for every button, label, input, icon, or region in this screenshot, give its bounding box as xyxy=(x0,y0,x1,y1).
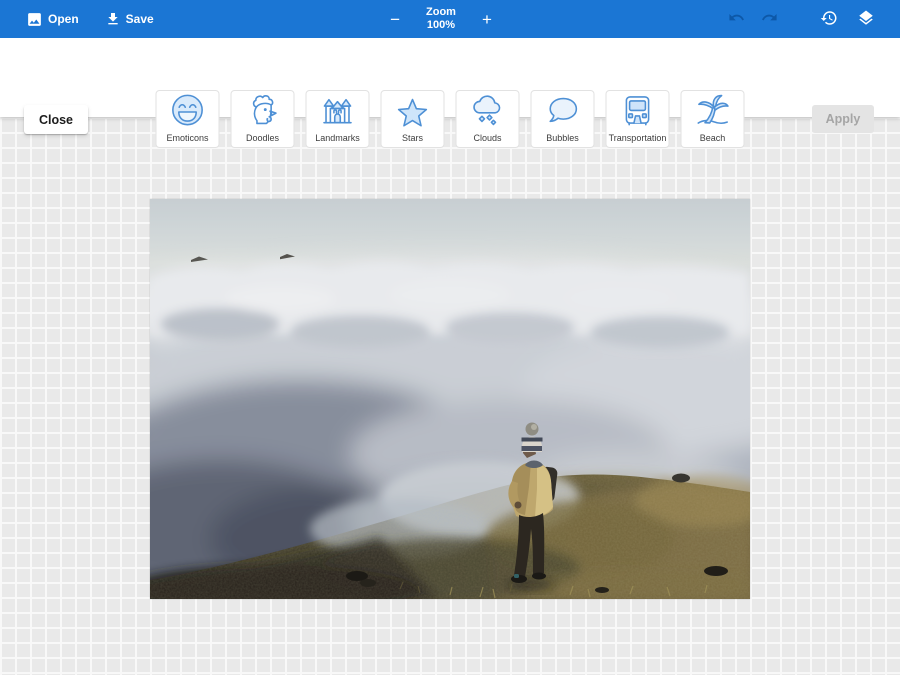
category-label: Emoticons xyxy=(166,133,208,143)
zoom-in-button[interactable]: + xyxy=(478,9,496,30)
category-label: Landmarks xyxy=(315,133,360,143)
undo-icon xyxy=(728,9,745,29)
editor-canvas[interactable] xyxy=(0,117,900,675)
doodles-icon xyxy=(244,91,282,133)
top-toolbar: Open Save − Zoom 100% + xyxy=(0,0,900,38)
category-label: Bubbles xyxy=(546,133,579,143)
zoom-value: 100% xyxy=(426,19,456,32)
category-beach-button[interactable]: Beach xyxy=(681,90,745,148)
open-button-label: Open xyxy=(48,12,79,26)
category-stars-button[interactable]: Stars xyxy=(381,90,445,148)
sticker-toolbar: Close Emoticons xyxy=(0,38,900,117)
redo-button[interactable] xyxy=(758,6,781,32)
landmarks-icon xyxy=(319,91,357,133)
image-editor-app: Open Save − Zoom 100% + xyxy=(0,0,900,675)
layers-icon xyxy=(857,9,875,30)
category-label: Beach xyxy=(700,133,726,143)
stars-icon xyxy=(394,94,432,132)
zoom-label-text: Zoom xyxy=(426,6,456,19)
apply-button[interactable]: Apply xyxy=(812,105,874,133)
zoom-controls: − Zoom 100% + xyxy=(386,0,496,38)
category-clouds-button[interactable]: Clouds xyxy=(456,90,520,148)
transportation-icon xyxy=(619,91,657,133)
history-button[interactable] xyxy=(817,6,841,33)
category-emoticons-button[interactable]: Emoticons xyxy=(156,90,220,148)
top-toolbar-right xyxy=(725,6,878,33)
save-button[interactable]: Save xyxy=(105,11,154,27)
beach-icon xyxy=(694,91,732,133)
bubbles-icon xyxy=(544,91,582,133)
category-label: Stars xyxy=(402,133,423,143)
image-icon xyxy=(26,11,43,28)
close-button[interactable]: Close xyxy=(24,105,88,134)
photo-hiker-above-clouds xyxy=(150,199,750,599)
category-transportation-button[interactable]: Transportation xyxy=(606,90,670,148)
category-bubbles-button[interactable]: Bubbles xyxy=(531,90,595,148)
category-label: Transportation xyxy=(609,133,667,143)
photo-layer[interactable] xyxy=(150,199,750,599)
clouds-icon xyxy=(469,91,507,133)
category-landmarks-button[interactable]: Landmarks xyxy=(306,90,370,148)
layers-button[interactable] xyxy=(854,6,878,33)
save-button-label: Save xyxy=(126,12,154,26)
sticker-categories: Emoticons Doodles xyxy=(156,90,745,148)
category-label: Doodles xyxy=(246,133,279,143)
category-doodles-button[interactable]: Doodles xyxy=(231,90,295,148)
zoom-level: Zoom 100% xyxy=(426,6,456,32)
category-label: Clouds xyxy=(473,133,501,143)
open-button[interactable]: Open xyxy=(26,11,79,28)
emoticons-icon xyxy=(169,91,207,133)
download-icon xyxy=(105,11,121,27)
zoom-out-button[interactable]: − xyxy=(386,9,404,30)
redo-icon xyxy=(761,9,778,29)
undo-button[interactable] xyxy=(725,6,748,32)
history-icon xyxy=(820,9,838,30)
